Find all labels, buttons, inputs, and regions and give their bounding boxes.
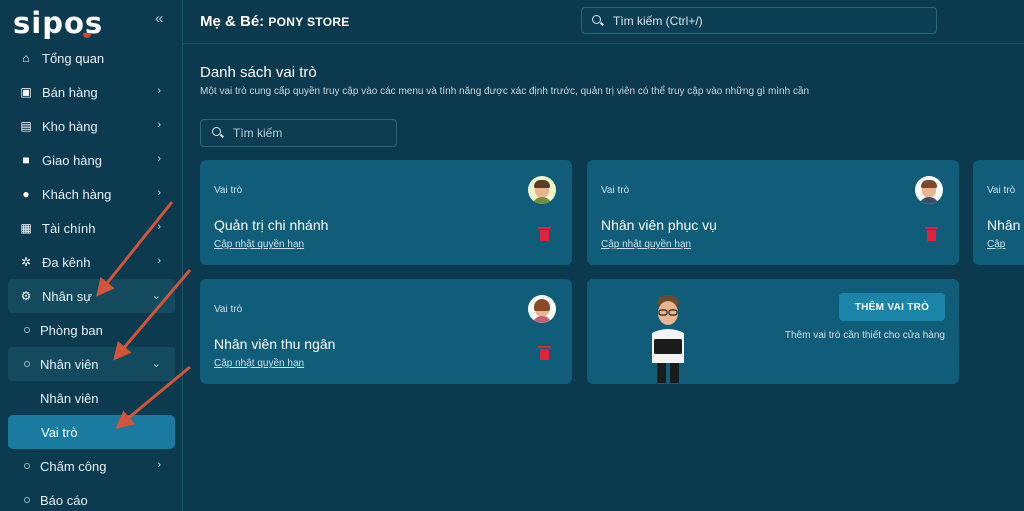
top-header: Mẹ & Bé: PONY STORE Tìm kiếm (Ctrl+/) xyxy=(183,0,1024,44)
role-name: Nhân viên thu ngân xyxy=(214,336,336,352)
sipos-logo[interactable]: sipos xyxy=(13,6,103,40)
update-permissions-link[interactable]: Cập nhật quyền hạn xyxy=(214,239,304,250)
chevron-right-icon: › xyxy=(157,119,161,131)
update-permissions-link[interactable]: Cập nhật quyền hạn xyxy=(601,239,691,250)
trash-icon[interactable] xyxy=(538,227,551,241)
role-name: Quản trị chi nhánh xyxy=(214,217,329,233)
double-chevron-left-icon[interactable]: « xyxy=(155,10,163,27)
chevron-down-icon: ⌄ xyxy=(151,358,161,370)
sidebar-item-roles[interactable]: Vai trò xyxy=(8,415,175,449)
circle-bullet-icon xyxy=(24,361,30,367)
chevron-down-icon: ⌄ xyxy=(151,290,161,302)
search-icon xyxy=(212,127,224,139)
store-title: Mẹ & Bé: PONY STORE xyxy=(200,13,350,30)
role-name: Nhân xyxy=(987,217,1021,233)
role-search-input[interactable]: Tìm kiếm xyxy=(200,119,397,147)
add-role-description: Thêm vai trò cần thiết cho cửa hàng xyxy=(784,330,945,341)
sidebar-item-label: Vai trò xyxy=(41,424,78,440)
sidebar-item-overview[interactable]: ⌂ Tổng quan xyxy=(0,41,183,75)
sidebar-item-label: Đa kênh xyxy=(42,254,91,270)
sidebar-item-finance[interactable]: ▦ Tài chính › xyxy=(0,211,183,245)
chevron-right-icon: › xyxy=(157,187,161,199)
page-description: Một vai trò cung cấp quyền truy cập vào … xyxy=(200,86,810,97)
truck-icon: ■ xyxy=(22,153,30,167)
sidebar-item-label: Chấm công xyxy=(40,458,107,474)
sidebar-item-label: Giao hàng xyxy=(42,152,102,168)
sidebar-item-reports[interactable]: Báo cáo xyxy=(0,483,183,511)
sidebar-item-label: Tài chính xyxy=(42,220,96,236)
update-permissions-link[interactable]: Cập nhật quyền hạn xyxy=(214,358,304,369)
avatar xyxy=(528,295,556,323)
store-name: PONY STORE xyxy=(268,15,350,29)
chevron-right-icon: › xyxy=(157,221,161,233)
role-card-label: Vai trò xyxy=(214,185,243,196)
sidebar-item-label: Báo cáo xyxy=(40,492,88,508)
cart-icon: ▣ xyxy=(20,85,32,99)
sidebar-item-label: Kho hàng xyxy=(42,118,98,134)
chevron-right-icon: › xyxy=(157,85,161,97)
users-icon: ● xyxy=(22,187,30,201)
global-search-placeholder: Tìm kiếm (Ctrl+/) xyxy=(613,13,703,28)
sidebar-item-label: Nhân sự xyxy=(42,288,92,304)
role-card: Vai trò Nhân viên phục vụ Cập nhật quyền… xyxy=(587,160,959,265)
circle-bullet-icon xyxy=(24,497,30,503)
global-search-input[interactable]: Tìm kiếm (Ctrl+/) xyxy=(581,7,937,34)
sidebar: sipos « ⌂ Tổng quan ▣ Bán hàng › ▤ Kho h… xyxy=(0,0,183,511)
sidebar-item-label: Tổng quan xyxy=(42,50,105,66)
circle-bullet-icon xyxy=(24,463,30,469)
avatar xyxy=(528,176,556,204)
character-illustration xyxy=(652,295,684,383)
page-title: Danh sách vai trò xyxy=(200,64,317,81)
sidebar-item-attendance[interactable]: Chấm công › xyxy=(0,449,183,483)
calculator-icon: ▦ xyxy=(20,221,32,235)
chevron-right-icon: › xyxy=(157,459,161,471)
update-permissions-link[interactable]: Cập xyxy=(987,239,1005,250)
sidebar-item-multichannel[interactable]: ✲ Đa kênh › xyxy=(0,245,183,279)
role-card: Vai trò Nhân Cập xyxy=(973,160,1024,265)
role-card: Vai trò Nhân viên thu ngân Cập nhật quyề… xyxy=(200,279,572,384)
network-icon: ✲ xyxy=(20,255,32,269)
sidebar-item-sales[interactable]: ▣ Bán hàng › xyxy=(0,75,183,109)
search-icon xyxy=(592,14,604,27)
sidebar-item-customers[interactable]: ● Khách hàng › xyxy=(0,177,183,211)
avatar xyxy=(915,176,943,204)
sidebar-item-label: Bán hàng xyxy=(42,84,98,100)
sidebar-item-delivery[interactable]: ■ Giao hàng › xyxy=(0,143,183,177)
sidebar-item-departments[interactable]: Phòng ban xyxy=(0,313,183,347)
sidebar-item-label: Khách hàng xyxy=(42,186,112,202)
sidebar-item-label: Nhân viên xyxy=(40,356,99,372)
role-card-label: Vai trò xyxy=(601,185,630,196)
sidebar-item-label: Nhân viên xyxy=(40,390,99,406)
sidebar-nav: ⌂ Tổng quan ▣ Bán hàng › ▤ Kho hàng › ■ … xyxy=(0,41,183,511)
sidebar-item-employees[interactable]: Nhân viên xyxy=(0,381,183,415)
add-role-card: THÊM VAI TRÒ Thêm vai trò cần thiết cho … xyxy=(587,279,959,384)
trash-icon[interactable] xyxy=(538,346,551,360)
add-role-button[interactable]: THÊM VAI TRÒ xyxy=(839,293,945,321)
sidebar-item-warehouse[interactable]: ▤ Kho hàng › xyxy=(0,109,183,143)
role-name: Nhân viên phục vụ xyxy=(601,217,717,233)
chevron-right-icon: › xyxy=(157,153,161,165)
sidebar-item-employees-group[interactable]: Nhân viên ⌄ xyxy=(8,347,175,381)
chevron-right-icon: › xyxy=(157,255,161,267)
trash-icon[interactable] xyxy=(925,227,938,241)
store-prefix: Mẹ & Bé: xyxy=(200,13,265,30)
role-card-label: Vai trò xyxy=(987,185,1016,196)
sidebar-item-hr[interactable]: ⚙ Nhân sự ⌄ xyxy=(8,279,175,313)
clipboard-icon: ▤ xyxy=(20,119,32,133)
role-search-placeholder: Tìm kiếm xyxy=(233,126,283,140)
home-icon: ⌂ xyxy=(22,51,30,65)
user-gear-icon: ⚙ xyxy=(20,289,32,303)
sidebar-item-label: Phòng ban xyxy=(40,322,103,338)
circle-bullet-icon xyxy=(24,327,30,333)
role-card: Vai trò Quản trị chi nhánh Cập nhật quyề… xyxy=(200,160,572,265)
role-card-label: Vai trò xyxy=(214,304,243,315)
